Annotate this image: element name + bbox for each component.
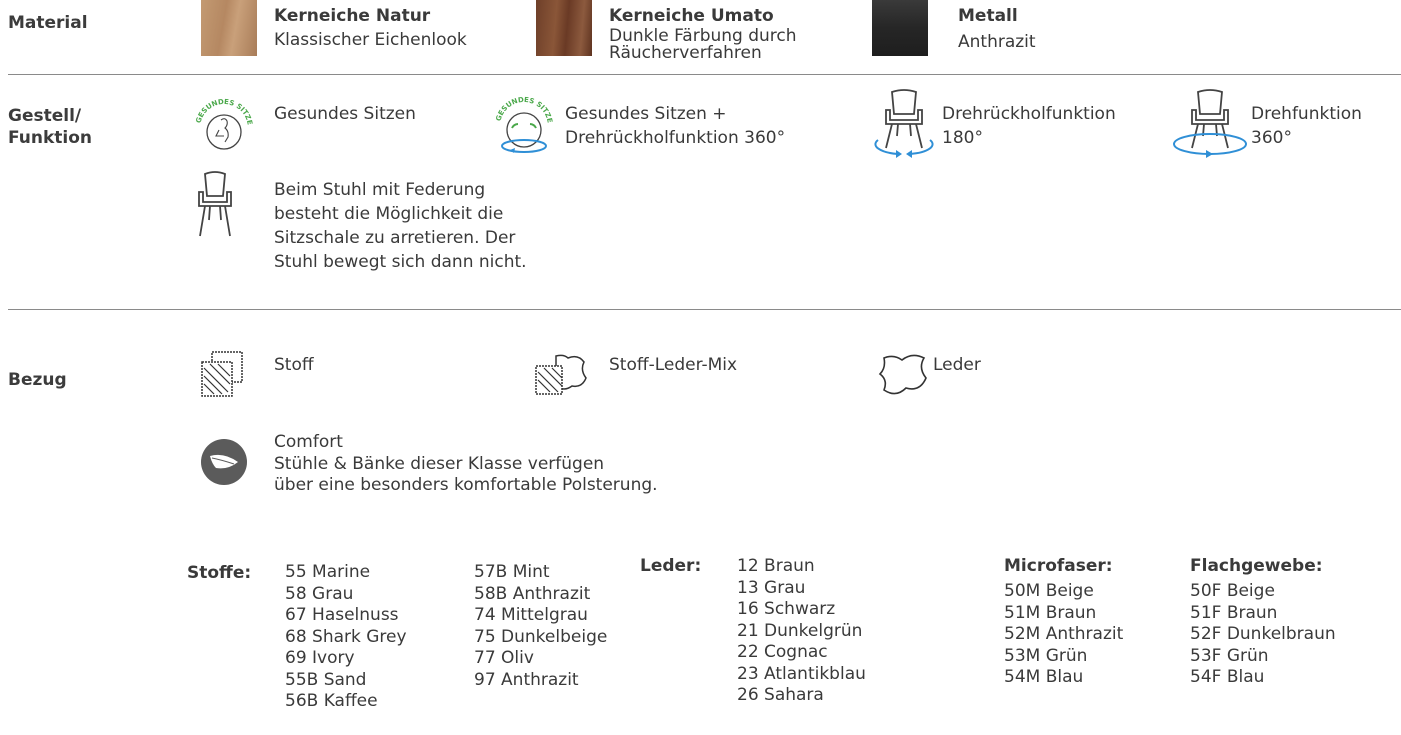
kerneiche-umato-swatch	[536, 0, 592, 56]
federung-line2: besteht die Möglichkeit die	[274, 204, 504, 224]
color-item: 13 Grau	[737, 577, 806, 598]
stoffe-label: Stoffe:	[187, 563, 252, 583]
stoffe-col1: 55 Marine 58 Grau 67 Haselnuss 68 Shark Gre…	[285, 562, 407, 713]
microfaser-label: Microfaser:	[1004, 556, 1113, 576]
leder-icon	[878, 354, 927, 395]
gestell-label-line1: Gestell/	[8, 106, 82, 126]
color-item: 67 Haselnuss	[285, 605, 399, 625]
material-label: Material	[8, 13, 88, 33]
drehrueckhol-180-line2: 180°	[942, 128, 983, 148]
color-item: 57B Mint	[474, 562, 550, 582]
federung-line3: Sitzschale zu arretieren. Der	[274, 228, 516, 248]
color-item: 77 Oliv	[474, 648, 534, 668]
gesundes-sitzen-dreh-icon: GESUNDES SITZEN	[492, 92, 554, 153]
kerneiche-natur-desc: Klassischer Eichenlook	[274, 30, 467, 50]
color-item: 53M Grün	[1004, 645, 1088, 666]
gesundes-sitzen-dreh-line2: Drehrückholfunktion 360°	[565, 128, 786, 148]
drehrueckhol-180-icon	[874, 89, 934, 158]
color-item: 50F Beige	[1190, 581, 1275, 601]
stoff-leder-mix-icon	[535, 354, 587, 395]
color-item: 53F Grün	[1190, 645, 1269, 666]
drehfunktion-360-icon	[1173, 89, 1247, 158]
leder-text: Leder	[933, 355, 981, 375]
color-item: 54F Blau	[1190, 667, 1265, 687]
flachgewebe-label: Flachgewebe:	[1190, 556, 1323, 576]
stoffe-col2: 57B Mint 58B Anthrazit 74 Mittelgrau 75 Dun…	[474, 562, 607, 691]
color-item: 55 Marine	[285, 562, 371, 582]
comfort-title: Comfort	[274, 432, 343, 452]
color-item: 52F Dunkelbraun	[1190, 624, 1336, 644]
comfort-text: Comfort Stühle & Bänke dieser Klasse ver…	[274, 432, 658, 497]
comfort-line1: Stühle & Bänke dieser Klasse verfügen	[274, 453, 605, 474]
color-item: 51M Braun	[1004, 602, 1097, 623]
color-item: 68 Shark Grey	[285, 626, 407, 647]
leder-col: 12 Braun 13 Grau 16 Schwarz 21 Dunkelgrün 22…	[737, 556, 866, 707]
flachgewebe-col: 50F Beige 51F Braun 52F Dunkelbraun 53F Grü…	[1190, 581, 1336, 689]
color-item: 97 Anthrazit	[474, 669, 579, 690]
color-item: 52M Anthrazit	[1004, 624, 1124, 644]
drehrueckhol-180-line1: Drehrückholfunktion	[942, 104, 1116, 124]
divider-1	[8, 74, 1401, 75]
kerneiche-natur-name: Kerneiche Natur	[274, 6, 431, 26]
color-item: 23 Atlantikblau	[737, 663, 866, 684]
stoff-icon	[201, 351, 243, 397]
color-item: 50M Beige	[1004, 581, 1094, 601]
bezug-label: Bezug	[8, 370, 67, 390]
color-item: 54M Blau	[1004, 667, 1084, 687]
stoff-text: Stoff	[274, 355, 314, 375]
color-item: 74 Mittelgrau	[474, 605, 588, 625]
microfaser-col: 50M Beige 51M Braun 52M Anthrazit 53M Grün 5…	[1004, 581, 1123, 689]
metall-swatch	[872, 0, 928, 56]
color-item: 69 Ivory	[285, 648, 355, 668]
divider-2	[8, 309, 1401, 310]
metall-desc: Anthrazit	[958, 32, 1036, 52]
color-item: 51F Braun	[1190, 602, 1278, 623]
federung-line4: Stuhl bewegt sich dann nicht.	[274, 252, 527, 272]
gesundes-sitzen-dreh-line1: Gesundes Sitzen +	[565, 104, 727, 124]
gesundes-sitzen-icon: GESUNDES SITZEN	[188, 92, 254, 150]
leder-label: Leder:	[640, 556, 702, 576]
feather-icon	[201, 439, 247, 485]
color-item: 22 Cognac	[737, 642, 828, 662]
gestell-label-line2: Funktion	[8, 128, 93, 148]
color-item: 26 Sahara	[737, 685, 824, 705]
svg-text:GESUNDES SITZEN: GESUNDES SITZEN	[188, 92, 254, 126]
color-item: 21 Dunkelgrün	[737, 620, 863, 641]
stoff-leder-mix-text: Stoff-Leder-Mix	[609, 355, 738, 375]
color-item: 55B Sand	[285, 669, 367, 690]
color-item: 16 Schwarz	[737, 599, 836, 619]
color-item: 12 Braun	[737, 556, 815, 576]
svg-text:GESUNDES SITZEN: GESUNDES SITZEN	[492, 92, 554, 124]
comfort-line2: über eine besonders komfortable Polsteru…	[274, 475, 658, 495]
kerneiche-umato-desc-2: Räucherverfahren	[609, 43, 762, 63]
federung-line1: Beim Stuhl mit Federung	[274, 180, 486, 200]
gesundes-sitzen-text: Gesundes Sitzen	[274, 104, 416, 124]
chair-icon	[198, 171, 232, 237]
color-item: 58 Grau	[285, 583, 354, 604]
drehfunktion-360-line1: Drehfunktion	[1251, 104, 1362, 124]
color-item: 58B Anthrazit	[474, 583, 591, 604]
color-item: 56B Kaffee	[285, 691, 378, 711]
drehfunktion-360-line2: 360°	[1251, 128, 1292, 148]
metall-name: Metall	[958, 6, 1018, 26]
gestell-label: Gestell/ Funktion	[8, 105, 92, 149]
color-item: 75 Dunkelbeige	[474, 626, 608, 647]
kerneiche-umato-name: Kerneiche Umato	[609, 6, 774, 26]
federung-text: Beim Stuhl mit Federung besteht die Mögl…	[274, 178, 527, 274]
kerneiche-natur-swatch	[201, 0, 257, 56]
